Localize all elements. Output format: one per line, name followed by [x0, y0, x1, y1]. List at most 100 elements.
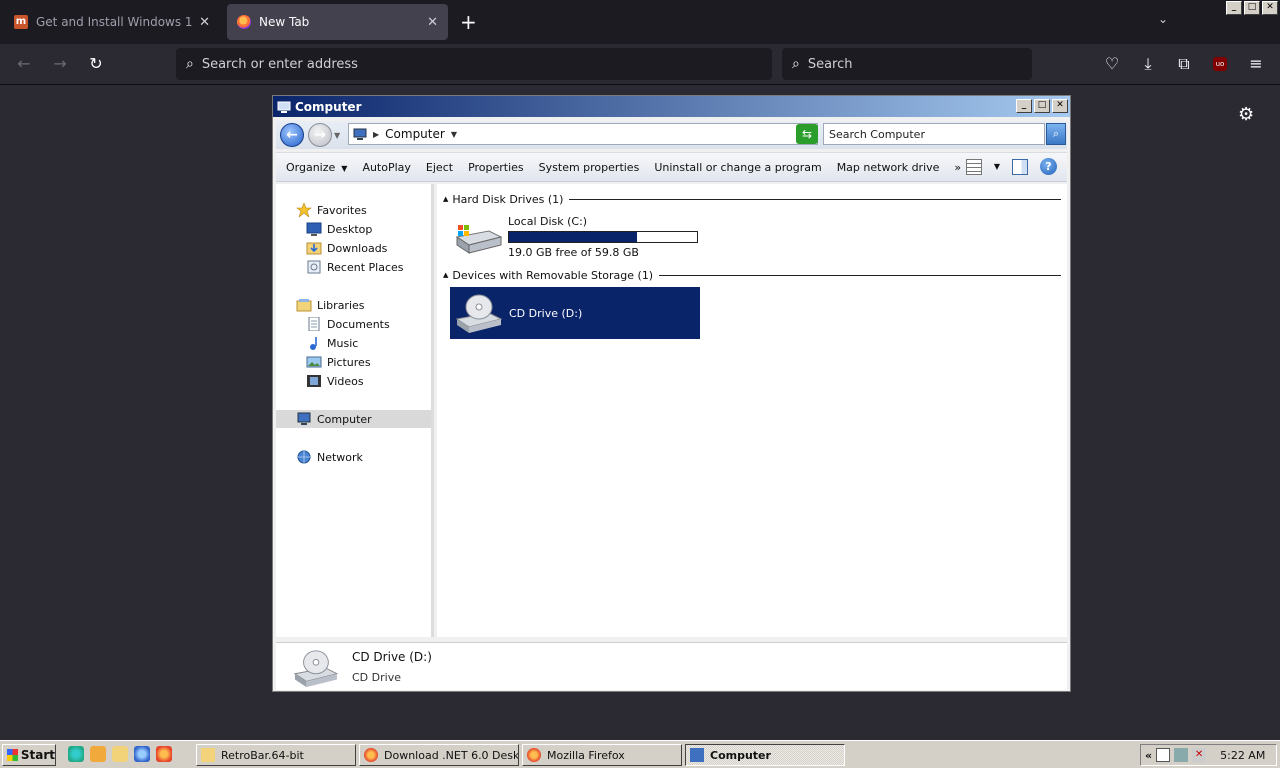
- autoplay-button[interactable]: AutoPlay: [362, 161, 410, 174]
- desktop-icon: [306, 222, 322, 236]
- hard-drive-icon: [455, 225, 503, 254]
- taskbar-button-firefox[interactable]: Mozilla Firefox: [522, 744, 682, 766]
- new-tab-button[interactable]: +: [460, 10, 477, 34]
- refresh-button[interactable]: ⇆: [796, 124, 818, 144]
- nav-item-libraries[interactable]: Libraries: [296, 296, 365, 314]
- organize-button[interactable]: Organize ▼: [286, 161, 347, 174]
- back-button[interactable]: ←: [280, 123, 304, 147]
- nav-item-desktop[interactable]: Desktop: [306, 220, 372, 238]
- taskbar-button-retrobar[interactable]: RetroBar.64-bit: [196, 744, 356, 766]
- system-properties-button[interactable]: System properties: [539, 161, 640, 174]
- windows-logo-icon: [7, 749, 18, 761]
- settings-gear-icon[interactable]: ⚙: [1238, 104, 1254, 125]
- search-bar[interactable]: ⌕: [782, 48, 1032, 80]
- group-label: Hard Disk Drives (1): [452, 192, 564, 206]
- content-pane: ▲ Hard Disk Drives (1) Local Disk (C:) 1…: [437, 184, 1067, 637]
- recent-pages-dropdown-icon[interactable]: ▼: [334, 131, 340, 140]
- nav-item-pictures[interactable]: Pictures: [306, 353, 371, 371]
- maximize-button[interactable]: □: [1034, 99, 1050, 113]
- tab-win10-themes[interactable]: m Get and Install Windows 10 Themes ✕: [4, 4, 220, 40]
- ublock-icon[interactable]: uo: [1208, 52, 1232, 76]
- group-header-hard-disks[interactable]: ▲ Hard Disk Drives (1): [443, 191, 1061, 207]
- map-network-drive-button[interactable]: Map network drive: [837, 161, 940, 174]
- drive-local-disk-c[interactable]: Local Disk (C:) 19.0 GB free of 59.8 GB: [453, 215, 698, 259]
- action-center-flag-icon[interactable]: [1156, 748, 1171, 762]
- downloads-icon[interactable]: ⤓: [1136, 52, 1160, 76]
- help-icon[interactable]: ?: [1040, 158, 1057, 175]
- tray-expand-button[interactable]: «: [1145, 749, 1152, 762]
- restore-button[interactable]: □: [1244, 1, 1260, 15]
- nav-label: Pictures: [327, 355, 371, 369]
- firefox-icon: [364, 748, 378, 762]
- taskbar-button-computer[interactable]: Computer: [685, 744, 845, 766]
- media-player-icon[interactable]: [90, 746, 106, 762]
- chevron-icon[interactable]: ▶: [373, 130, 379, 139]
- pictures-icon: [306, 356, 322, 368]
- close-tab-icon[interactable]: ✕: [427, 15, 438, 30]
- explorer-address-row: ← → ▼ ▶ Computer ▼ ▼ ⇆ ⌕: [276, 121, 1067, 149]
- explorer-titlebar[interactable]: Computer _ □ ✕: [273, 96, 1070, 117]
- taskbar-button-dotnet[interactable]: Download .NET 6.0 Deskt...: [359, 744, 519, 766]
- network-tray-icon[interactable]: [1174, 748, 1189, 762]
- properties-button[interactable]: Properties: [468, 161, 524, 174]
- nav-item-downloads[interactable]: Downloads: [306, 239, 387, 257]
- nav-item-recent-places[interactable]: Recent Places: [306, 258, 404, 276]
- star-icon: [296, 203, 312, 217]
- folder-icon[interactable]: [112, 746, 128, 762]
- eject-button[interactable]: Eject: [426, 161, 453, 174]
- group-header-removable[interactable]: ▲ Devices with Removable Storage (1): [443, 267, 1061, 283]
- forward-button[interactable]: →: [308, 123, 332, 147]
- nav-item-videos[interactable]: Videos: [306, 372, 364, 390]
- collapse-icon[interactable]: ▲: [443, 271, 448, 279]
- address-input[interactable]: [201, 56, 772, 72]
- minimize-button[interactable]: _: [1016, 99, 1032, 113]
- explorer-search-box[interactable]: [823, 123, 1045, 145]
- tab-title: Get and Install Windows 10 Themes: [36, 15, 193, 29]
- reload-icon[interactable]: ↻: [84, 52, 108, 76]
- volume-muted-icon[interactable]: ✕: [1192, 748, 1207, 762]
- nav-label: Desktop: [327, 222, 373, 236]
- change-view-icon[interactable]: [965, 158, 982, 175]
- address-bar[interactable]: ⌕: [176, 48, 772, 80]
- list-all-tabs-icon[interactable]: ⌄: [1158, 12, 1168, 26]
- internet-explorer-icon[interactable]: [134, 746, 150, 762]
- close-button[interactable]: ✕: [1052, 99, 1068, 113]
- breadcrumb-computer[interactable]: Computer: [385, 127, 445, 141]
- uninstall-program-button[interactable]: Uninstall or change a program: [654, 161, 821, 174]
- back-arrow-icon[interactable]: ←: [12, 52, 36, 76]
- documents-icon: [308, 317, 320, 331]
- nav-item-favorites[interactable]: Favorites: [296, 201, 367, 219]
- nav-item-music[interactable]: Music: [306, 334, 358, 352]
- close-tab-icon[interactable]: ✕: [199, 15, 210, 30]
- start-button[interactable]: Start: [2, 744, 56, 766]
- drive-name: Local Disk (C:): [508, 215, 588, 228]
- more-commands-button[interactable]: »: [954, 161, 961, 174]
- drive-cd-d[interactable]: CD Drive (D:): [450, 287, 700, 339]
- start-label: Start: [20, 748, 55, 762]
- collapse-icon[interactable]: ▲: [443, 195, 448, 203]
- explorer-search-input[interactable]: [824, 127, 1044, 141]
- menu-icon[interactable]: ≡: [1244, 52, 1268, 76]
- nav-label: Computer: [317, 412, 372, 426]
- preview-pane-icon[interactable]: [1012, 158, 1028, 175]
- search-icon[interactable]: ⌕: [1046, 123, 1066, 145]
- minimize-button[interactable]: _: [1226, 1, 1242, 15]
- chevron-down-icon[interactable]: ▼: [994, 162, 1000, 171]
- forward-arrow-icon[interactable]: →: [48, 52, 72, 76]
- nav-label: Recent Places: [327, 260, 404, 274]
- computer-icon: [690, 748, 704, 762]
- pocket-icon[interactable]: ♡: [1100, 52, 1124, 76]
- close-button[interactable]: ✕: [1262, 1, 1278, 15]
- extensions-icon[interactable]: ⧉: [1172, 52, 1196, 76]
- firefox-icon[interactable]: [156, 746, 172, 762]
- tab-new-tab[interactable]: New Tab ✕: [227, 4, 448, 40]
- breadcrumb[interactable]: ▶ Computer ▼ ▼: [348, 123, 818, 145]
- clock[interactable]: 5:22 AM: [1220, 749, 1265, 762]
- computer-icon: [297, 412, 311, 425]
- desktop-switch-icon[interactable]: [68, 746, 84, 762]
- chevron-down-icon[interactable]: ▼: [451, 130, 457, 139]
- search-input[interactable]: [807, 56, 1032, 72]
- nav-item-documents[interactable]: Documents: [306, 315, 390, 333]
- nav-item-computer[interactable]: Computer: [276, 410, 431, 428]
- nav-item-network[interactable]: Network: [296, 448, 363, 466]
